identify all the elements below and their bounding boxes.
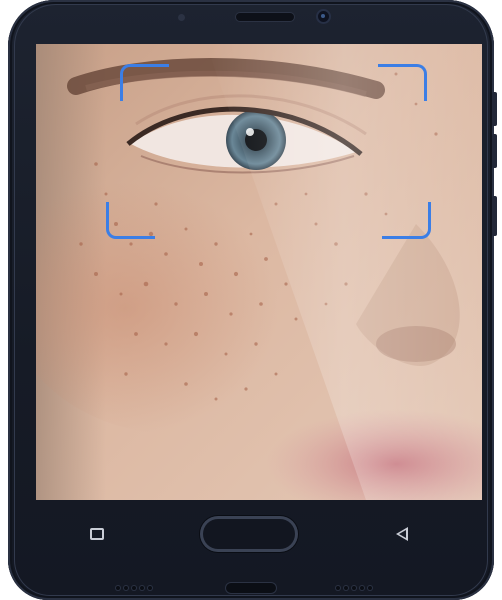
proximity-sensor-icon xyxy=(178,14,185,21)
volume-up-button[interactable] xyxy=(492,92,497,126)
power-button[interactable] xyxy=(492,196,497,236)
scan-frame-bottom-right-icon xyxy=(382,202,431,239)
earpiece-speaker-icon xyxy=(236,13,294,21)
navigation-bar xyxy=(8,508,494,558)
scan-frame-top-right-icon xyxy=(378,64,427,101)
home-fingerprint-button[interactable] xyxy=(200,516,298,552)
usb-port-icon xyxy=(226,583,276,593)
back-icon[interactable] xyxy=(396,527,408,541)
front-camera-icon xyxy=(318,11,329,22)
recent-apps-icon[interactable] xyxy=(90,528,104,540)
speaker-grille-right-icon xyxy=(336,586,372,590)
scan-frame-top-left-icon xyxy=(120,64,169,101)
phone-screen xyxy=(36,44,482,500)
scan-frame-bottom-left-icon xyxy=(106,202,155,239)
face-scan-image xyxy=(36,44,482,500)
speaker-grille-left-icon xyxy=(116,586,152,590)
phone-bottom-edge xyxy=(8,578,494,598)
volume-down-button[interactable] xyxy=(492,134,497,168)
phone-body xyxy=(8,0,497,600)
phone-top-bar xyxy=(8,10,494,30)
